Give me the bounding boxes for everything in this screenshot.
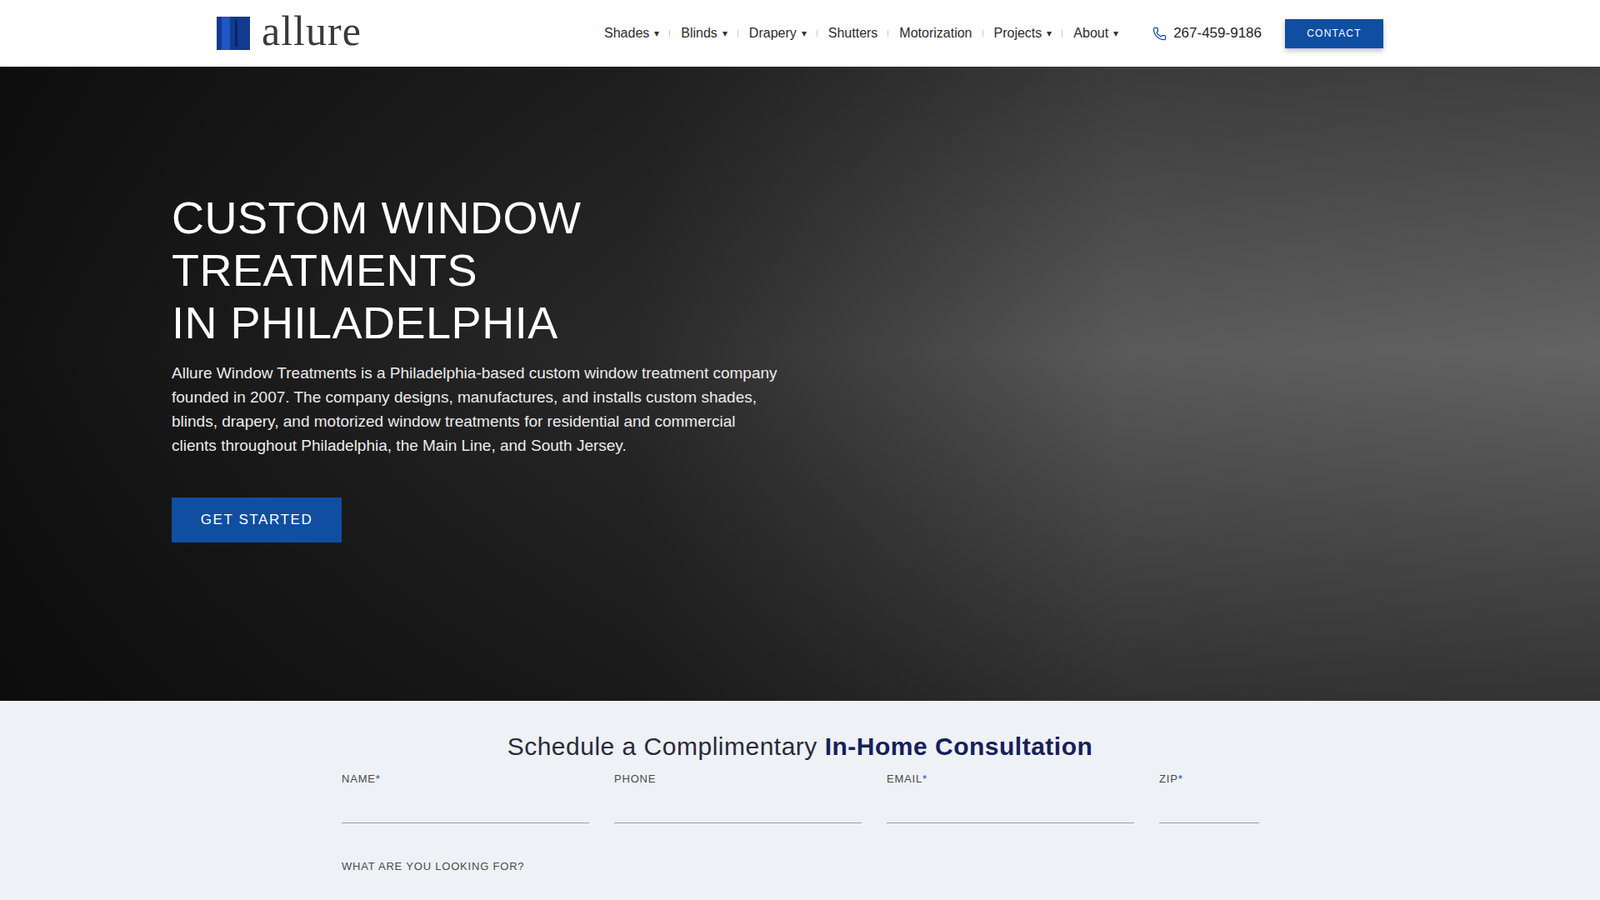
nav-item[interactable]: Projects▾ <box>983 25 1064 41</box>
field-row: NAME* PHONE EMAIL* ZIP* <box>341 772 1259 824</box>
form-field: PHONE <box>614 772 862 824</box>
hero-title: CUSTOM WINDOWTREATMENTSIN PHILADELPHIA <box>171 191 1600 350</box>
page: allure Shades▾Blinds▾Drapery▾ShuttersMoto… <box>0 0 1600 900</box>
caret-icon: ▾ <box>801 27 807 40</box>
nav-item[interactable]: Motorization <box>888 25 983 41</box>
field-label: PHONE <box>614 772 862 785</box>
nav-item[interactable]: Blinds▾ <box>670 25 739 41</box>
caret-icon: ▾ <box>1113 27 1119 40</box>
contact-button[interactable]: CONTACT <box>1285 19 1384 49</box>
question-label: WHAT ARE YOU LOOKING FOR? <box>341 860 1259 873</box>
nav-item[interactable]: Shutters <box>817 25 890 41</box>
caret-icon: ▾ <box>722 27 728 40</box>
phone-icon <box>1152 26 1167 41</box>
nav-item[interactable]: Drapery▾ <box>738 25 818 41</box>
text-input[interactable] <box>1159 796 1260 824</box>
field-label: ZIP* <box>1159 772 1260 785</box>
text-input[interactable] <box>886 796 1135 824</box>
nav-item[interactable]: About▾ <box>1062 25 1130 41</box>
caret-icon: ▾ <box>1046 27 1052 40</box>
logo[interactable]: allure <box>216 15 362 52</box>
caret-icon: ▾ <box>654 27 660 40</box>
main-nav: Shades▾Blinds▾Drapery▾ShuttersMotorizati… <box>593 25 1130 41</box>
field-label: NAME* <box>341 772 590 785</box>
get-started-button[interactable]: GET STARTED <box>171 497 342 543</box>
text-input[interactable] <box>341 796 590 824</box>
site-header: allure Shades▾Blinds▾Drapery▾ShuttersMoto… <box>0 0 1600 67</box>
consultation-form: Schedule a Complimentary In-Home Consult… <box>0 700 1600 900</box>
field-label: EMAIL* <box>886 772 1135 785</box>
form-field: EMAIL* <box>886 772 1135 824</box>
form-title: Schedule a Complimentary In-Home Consult… <box>0 732 1600 761</box>
nav-item[interactable]: Shades▾ <box>593 25 670 41</box>
phone-link[interactable]: 267-459-9186 <box>1152 25 1262 42</box>
text-input[interactable] <box>614 796 862 824</box>
logo-text: allure <box>261 10 362 52</box>
hero: CUSTOM WINDOWTREATMENTSIN PHILADELPHIA Al… <box>0 66 1600 701</box>
form-field: NAME* <box>341 772 590 824</box>
hero-text: Allure Window Treatments is a Philadelph… <box>171 360 780 458</box>
logo-mark-icon <box>216 16 250 50</box>
form-field: ZIP* <box>1159 772 1260 824</box>
